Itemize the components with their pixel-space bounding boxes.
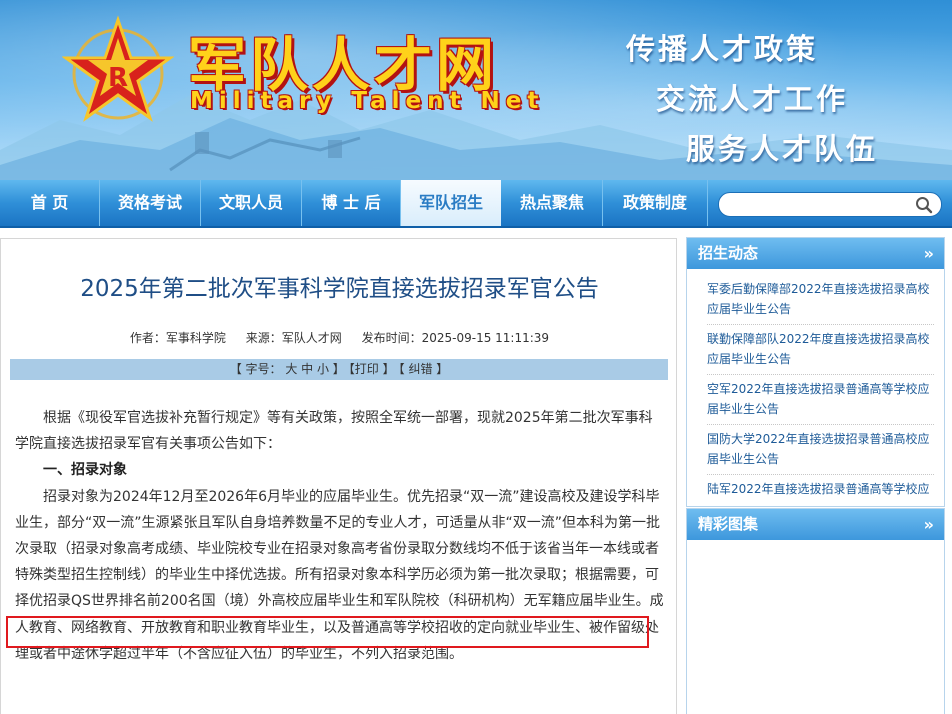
article-intro: 根据《现役军官选拔补充暂行规定》等有关政策，按照全军统一部署，现就2025年第二… xyxy=(15,410,653,453)
list-item[interactable]: 陆军2022年直接选拔招录普通高等学校应届毕业生公告 xyxy=(707,475,934,499)
section-heading: 一、招录对象 xyxy=(43,462,127,479)
site-logo-english: Military Talent Net xyxy=(190,88,545,114)
nav-military-recruitment[interactable]: 军队招生 xyxy=(401,180,501,226)
highlight-box xyxy=(6,616,649,648)
panel-header: 招生动态 » xyxy=(687,238,944,269)
panel-title: 招生动态 xyxy=(698,244,759,262)
list-item[interactable]: 联勤保障部队2022年度直接选拔招录高校应届毕业生公告 xyxy=(707,325,934,375)
site-banner: R 军队人才网 Military Talent Net 传播人才政策 交流人才工… xyxy=(0,0,952,180)
article-source: 来源：军队人才网 xyxy=(245,331,342,345)
correction-link[interactable]: 【 纠错 】 xyxy=(399,362,449,376)
article-toolbar: 【 字号： 大 中 小 】【打印 】【 纠错 】 xyxy=(10,359,668,380)
nav-policy[interactable]: 政策制度 xyxy=(603,180,708,226)
panel-header: 精彩图集 » xyxy=(687,509,944,540)
slogan-1: 传播人才政策 xyxy=(626,32,819,66)
article-publish-time: 发布时间：2025-09-15 11:11:39 xyxy=(361,331,550,345)
main-nav: 首 页 资格考试 文职人员 博 士 后 军队招生 热点聚焦 政策制度 xyxy=(0,180,952,228)
list-item[interactable]: 空军2022年直接选拔招录普通高等学校应届毕业生公告 xyxy=(707,375,934,425)
nav-civilian-staff[interactable]: 文职人员 xyxy=(201,180,302,226)
print-link[interactable]: 【打印 】 xyxy=(349,362,395,376)
search-input[interactable] xyxy=(718,192,942,217)
news-list: 军委后勤保障部2022年直接选拔招录高校应届毕业生公告 联勤保障部队2022年度… xyxy=(687,269,944,499)
font-size-control[interactable]: 【 字号： 大 中 小 】 xyxy=(230,362,345,376)
gallery-panel: 精彩图集 » xyxy=(686,508,945,714)
article-author: 作者：军事科学院 xyxy=(129,331,226,345)
svg-text:R: R xyxy=(108,63,128,93)
panel-title: 精彩图集 xyxy=(698,515,759,533)
article-meta: 作者：军事科学院 来源：军队人才网 发布时间：2025-09-15 11:11:… xyxy=(1,329,678,346)
article-title: 2025年第二批次军事科学院直接选拔招录军官公告 xyxy=(80,276,599,302)
nav-home[interactable]: 首 页 xyxy=(0,180,100,226)
nav-hot-topics[interactable]: 热点聚焦 xyxy=(502,180,603,226)
slogan-2: 交流人才工作 xyxy=(656,82,849,116)
list-item[interactable]: 军委后勤保障部2022年直接选拔招录高校应届毕业生公告 xyxy=(707,275,934,325)
slogan-3: 服务人才队伍 xyxy=(686,132,879,166)
nav-qualification-exam[interactable]: 资格考试 xyxy=(100,180,201,226)
list-item[interactable]: 国防大学2022年直接选拔招录普通高校应届毕业生公告 xyxy=(707,425,934,475)
search-icon[interactable] xyxy=(915,196,933,214)
more-chevron-icon[interactable]: » xyxy=(924,509,934,540)
article-panel: 2025年第二批次军事科学院直接选拔招录军官公告 作者：军事科学院 来源：军队人… xyxy=(0,238,677,714)
star-emblem-icon: R xyxy=(62,15,174,122)
more-chevron-icon[interactable]: » xyxy=(924,238,934,269)
recruitment-news-panel: 招生动态 » 军委后勤保障部2022年直接选拔招录高校应届毕业生公告 联勤保障部… xyxy=(686,237,945,507)
nav-postdoc[interactable]: 博 士 后 xyxy=(302,180,401,226)
